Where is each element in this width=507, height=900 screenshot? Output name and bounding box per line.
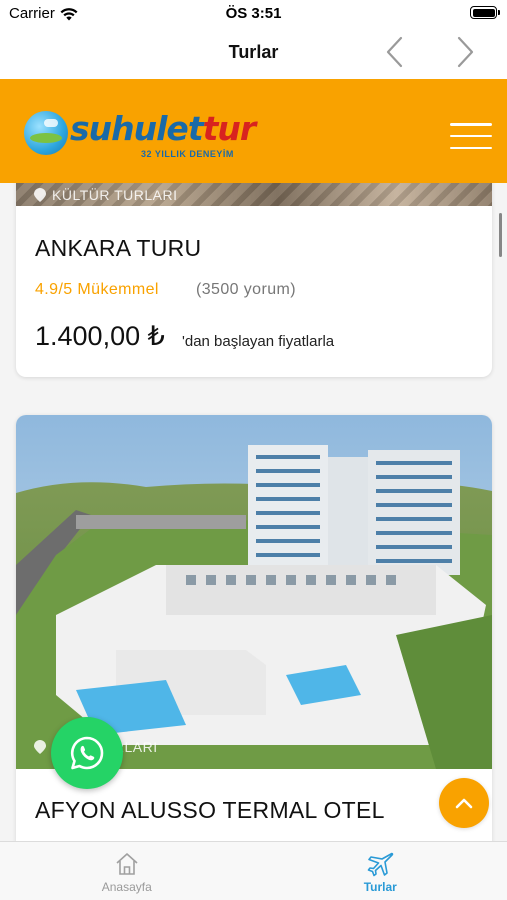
chevron-up-icon [455, 798, 473, 809]
chevron-right-icon [457, 36, 474, 68]
clock: ÖS 3:51 [225, 5, 282, 22]
tour-rating: 4.9/5 Mükemmel [35, 281, 159, 298]
chevron-left-icon [386, 36, 403, 68]
scrollbar[interactable] [499, 213, 502, 257]
site-logo[interactable]: suhulettur 32 YILLIK DENEYİM [24, 101, 264, 161]
tour-category: KÜLTÜR TURLARI [34, 187, 178, 203]
tour-title: AFYON ALUSSO TERMAL OTEL [35, 797, 385, 823]
tab-tours[interactable]: Turlar [254, 842, 507, 900]
navigation-bar: Turlar [0, 26, 507, 79]
status-bar: Carrier ÖS 3:51 [0, 0, 507, 26]
site-header: suhulettur 32 YILLIK DENEYİM [0, 79, 507, 183]
tab-home[interactable]: Anasayfa [0, 842, 254, 900]
hamburger-menu-button[interactable] [450, 123, 492, 149]
tour-review-count: (3500 yorum) [196, 281, 296, 298]
tab-bar: Anasayfa Turlar [0, 841, 507, 900]
whatsapp-button[interactable] [51, 717, 123, 789]
scroll-to-top-button[interactable] [439, 778, 489, 828]
home-icon [116, 853, 138, 875]
airplane-icon [367, 852, 394, 877]
tour-title: ANKARA TURU [35, 235, 202, 261]
tour-price: 1.400,00 ₺ [35, 321, 165, 351]
tour-price-note: 'dan başlayan fiyatlarla [182, 333, 335, 350]
logo-tagline: 32 YILLIK DENEYİM [141, 149, 234, 159]
whatsapp-icon [70, 736, 104, 770]
tab-home-label: Anasayfa [101, 880, 152, 894]
screen: Carrier ÖS 3:51 Turlar suhulettur 32 YIL… [0, 0, 507, 900]
hotel-image [16, 415, 492, 769]
forward-button[interactable] [447, 34, 483, 70]
globe-logo-icon [24, 111, 68, 155]
battery-icon [470, 6, 500, 19]
location-pin-icon [34, 740, 46, 754]
page-title: Turlar [228, 42, 279, 62]
location-pin-icon [34, 188, 46, 202]
back-button[interactable] [377, 34, 413, 70]
logo-wordmark: suhulettur [70, 109, 256, 148]
tab-tours-label: Turlar [363, 880, 397, 894]
tour-card[interactable]: KÜLTÜR TURLARI ANKARA TURU 4.9/5 Mükemme… [16, 183, 492, 377]
